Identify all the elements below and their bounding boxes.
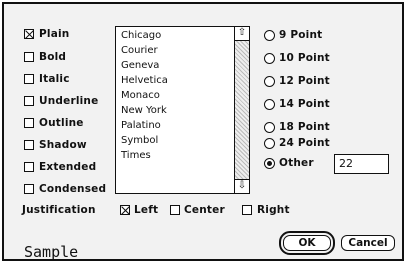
size-other-radio[interactable] xyxy=(264,158,275,169)
justify-right-label: Right xyxy=(257,204,290,216)
size-14-radio[interactable] xyxy=(264,99,275,110)
justify-right-checkbox[interactable] xyxy=(242,205,252,215)
size-12-radio[interactable] xyxy=(264,76,275,87)
font-style-dialog: Plain Bold Italic Underline Outline Shad… xyxy=(2,2,404,261)
underline-label: Underline xyxy=(39,95,99,107)
other-size-input[interactable]: 22 xyxy=(334,154,389,174)
size-9-label: 9 Point xyxy=(279,29,323,41)
justify-center-label: Center xyxy=(184,204,225,216)
justification-label: Justification xyxy=(22,204,96,216)
extended-checkbox[interactable] xyxy=(24,162,34,172)
extended-label: Extended xyxy=(39,161,97,173)
size-9-radio[interactable] xyxy=(264,30,275,41)
underline-checkbox[interactable] xyxy=(24,96,34,106)
size-24-label: 24 Point xyxy=(279,137,330,149)
scroll-down-arrow-icon[interactable]: ⇩ xyxy=(235,179,249,193)
shadow-checkbox[interactable] xyxy=(24,140,34,150)
plain-checkbox[interactable] xyxy=(24,29,34,39)
sample-preview-text: Sample xyxy=(24,243,79,261)
outline-label: Outline xyxy=(39,117,84,129)
justify-left-label: Left xyxy=(134,204,159,216)
font-item-palatino[interactable]: Palatino xyxy=(121,120,161,132)
size-18-radio[interactable] xyxy=(264,122,275,133)
font-item-new-york[interactable]: New York xyxy=(121,105,167,117)
condensed-checkbox[interactable] xyxy=(24,184,34,194)
font-item-geneva[interactable]: Geneva xyxy=(121,60,159,72)
shadow-label: Shadow xyxy=(39,139,87,151)
font-item-chicago[interactable]: Chicago xyxy=(121,30,161,42)
size-14-label: 14 Point xyxy=(279,98,330,110)
bold-label: Bold xyxy=(39,51,67,63)
size-12-label: 12 Point xyxy=(279,75,330,87)
font-item-courier[interactable]: Courier xyxy=(121,45,158,57)
ok-button[interactable]: OK xyxy=(279,231,335,255)
font-item-monaco[interactable]: Monaco xyxy=(121,90,160,102)
size-10-radio[interactable] xyxy=(264,53,275,64)
italic-label: Italic xyxy=(39,73,70,85)
size-24-radio[interactable] xyxy=(264,138,275,149)
font-list-scrollbar[interactable]: ⇧ ⇩ xyxy=(234,27,249,193)
italic-checkbox[interactable] xyxy=(24,74,34,84)
size-10-label: 10 Point xyxy=(279,52,330,64)
plain-label: Plain xyxy=(39,28,70,40)
justify-left-checkbox[interactable] xyxy=(120,205,130,215)
size-18-label: 18 Point xyxy=(279,121,330,133)
bold-checkbox[interactable] xyxy=(24,52,34,62)
justify-center-checkbox[interactable] xyxy=(170,205,180,215)
font-item-helvetica[interactable]: Helvetica xyxy=(121,75,168,87)
scroll-up-arrow-icon[interactable]: ⇧ xyxy=(235,27,249,41)
condensed-label: Condensed xyxy=(39,183,107,195)
font-item-times[interactable]: Times xyxy=(121,150,151,162)
font-item-symbol[interactable]: Symbol xyxy=(121,135,158,147)
outline-checkbox[interactable] xyxy=(24,118,34,128)
font-list[interactable]: Chicago Courier Geneva Helvetica Monaco … xyxy=(115,26,250,194)
cancel-button[interactable]: Cancel xyxy=(341,235,395,251)
size-other-label: Other xyxy=(279,157,314,169)
